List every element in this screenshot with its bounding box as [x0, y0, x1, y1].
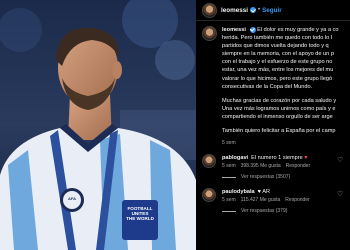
header-username[interactable]: leomessi [221, 7, 248, 14]
heart-emoji-icon: ♥ [304, 155, 308, 162]
caption-text: leomessi El dolor es muy grande y ya a c… [222, 26, 350, 147]
comment-item: pablogavi El numero 1 siempre ♥ 5 sem 398.… [196, 147, 350, 181]
comment-avatar[interactable] [202, 154, 216, 169]
like-comment-heart-icon[interactable]: ♡ [337, 190, 344, 198]
comment-item: paulodybala ♥ AR 5 sem 115.427 Me gusta Res… [196, 181, 350, 215]
view-replies-button[interactable]: Ver respuestas (379) [222, 207, 315, 215]
follow-button[interactable]: Seguir [262, 7, 282, 14]
caption-username[interactable]: leomessi [222, 27, 246, 33]
comment-text: AR [262, 189, 270, 196]
separator-dot: • [257, 7, 261, 13]
like-comment-heart-icon[interactable]: ♡ [337, 156, 344, 164]
post-photo[interactable]: FOOTBALL UNITES THE WORLD AFA [0, 0, 196, 250]
comment-likes[interactable]: 115.427 Me gusta [241, 197, 281, 203]
afa-badge: AFA [68, 196, 76, 201]
comment-likes[interactable]: 398.395 Me gusta [241, 163, 281, 169]
player-photo-graphic [0, 0, 196, 250]
comment-avatar[interactable] [202, 188, 216, 203]
comment-text: El numero 1 siempre [251, 155, 303, 162]
avatar[interactable] [202, 2, 217, 18]
verified-badge-icon [249, 26, 256, 33]
comment-time: 5 sem [222, 163, 236, 170]
view-replies-button[interactable]: Ver respuestas (3507) [222, 173, 315, 181]
caption-block: leomessi El dolor es muy grande y ya a c… [196, 21, 350, 147]
verified-badge-icon [249, 7, 256, 13]
caption-avatar[interactable] [202, 26, 217, 41]
post-time: 5 sem [222, 140, 236, 147]
post-side-panel: leomessi • Seguir leomessi El dolor es m… [196, 0, 350, 250]
comment-username[interactable]: paulodybala [222, 189, 255, 195]
reply-button[interactable]: Responder [286, 163, 310, 169]
reply-button[interactable]: Responder [285, 197, 309, 203]
instagram-post-view: FOOTBALL UNITES THE WORLD AFA leomessi •… [0, 0, 350, 250]
heart-emoji-icon: ♥ [257, 189, 261, 196]
post-header: leomessi • Seguir [196, 0, 350, 21]
comment-time: 5 sem [222, 197, 236, 204]
jersey-patch-text: FOOTBALL UNITES THE WORLD [126, 206, 154, 222]
comment-username[interactable]: pablogavi [222, 155, 248, 161]
